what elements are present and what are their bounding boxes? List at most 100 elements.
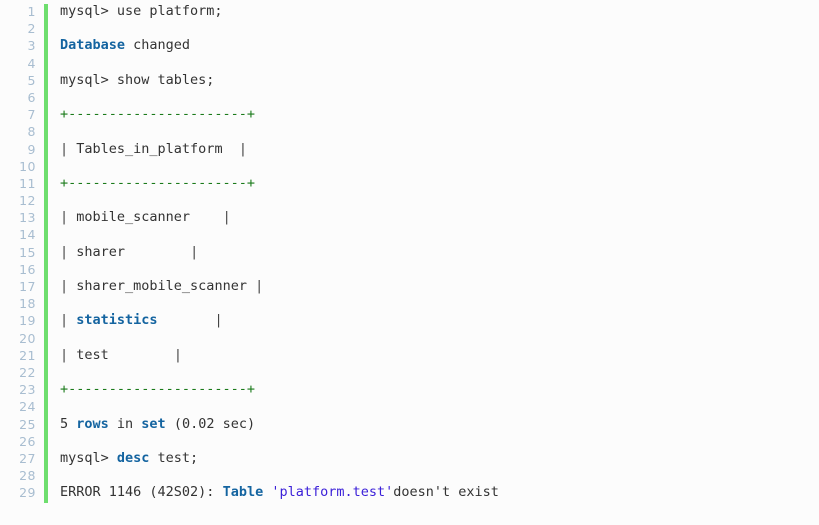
line-number: 11 xyxy=(19,175,36,191)
table-border-token: +----------------------+ xyxy=(60,381,256,398)
line-number: 7 xyxy=(27,107,36,123)
console-line: ERROR 1146 (42S02): Table 'platform.test… xyxy=(60,484,819,501)
line-number: 6 xyxy=(27,89,36,105)
line-number: 23 xyxy=(19,382,36,398)
sql-keyword-token: statistics xyxy=(76,312,158,329)
plain-text-token: mysql> xyxy=(60,449,117,466)
table-pipe-token: | xyxy=(60,140,69,157)
console-line: mysql> show tables; xyxy=(60,72,819,89)
plain-text-token: sharer_mobile_scanner xyxy=(68,278,256,294)
plain-text-token: ERROR 1146 (42S02): xyxy=(60,484,223,501)
console-line: +----------------------+ xyxy=(60,381,819,398)
table-border-token: +----------------------+ xyxy=(60,106,256,123)
line-number: 14 xyxy=(19,227,36,243)
line-number: 5 xyxy=(27,72,36,88)
table-pipe-token: | xyxy=(190,243,199,260)
plain-text-token: Tables_in_platform xyxy=(68,140,239,157)
plain-text-token: sharer xyxy=(68,243,191,260)
console-line: +----------------------+ xyxy=(60,175,819,192)
console-line: | statistics | xyxy=(60,312,819,329)
console-line: | test | xyxy=(60,347,819,364)
sql-keyword-token: set xyxy=(141,415,166,432)
plain-text-token: 5 xyxy=(60,415,77,432)
line-number: 26 xyxy=(19,433,36,449)
code-block: 1 2 3 4 5 6 7 8 9 10 11 12 13 14 15 16 17 18 19 20 21 22 23 24 2… xyxy=(0,0,819,525)
line-number-gutter: 1 2 3 4 5 6 7 8 9 10 11 12 13 14 15 16 17 18 19 20 21 22 23 24 2… xyxy=(0,3,44,501)
line-number: 21 xyxy=(19,347,36,363)
plain-text-token: doesn't exist xyxy=(393,484,499,501)
plain-text-token: test; xyxy=(149,449,199,466)
mysql-console-screenshot: 1 2 3 4 5 6 7 8 9 10 11 12 13 14 15 16 17 18 19 20 21 22 23 24 2… xyxy=(0,0,819,525)
plain-text-token: changed xyxy=(125,37,191,54)
line-number: 1 xyxy=(27,4,36,19)
table-pipe-token: | xyxy=(60,278,69,294)
line-number: 16 xyxy=(19,261,36,277)
line-number: 3 xyxy=(27,38,36,54)
line-number: 29 xyxy=(19,485,36,501)
console-line: +----------------------+ xyxy=(60,106,819,123)
table-border-token: +----------------------+ xyxy=(60,174,256,191)
sql-keyword-token: Table xyxy=(222,484,264,501)
table-pipe-token: | xyxy=(60,209,69,226)
line-number: 2 xyxy=(27,21,36,37)
console-line: 5 rows in set (0.02 sec) xyxy=(60,416,819,433)
console-line: | Tables_in_platform | xyxy=(60,141,819,158)
line-number: 15 xyxy=(19,244,36,260)
console-output-lines: mysql> use platform; Database changed my… xyxy=(48,3,819,501)
line-number: 8 xyxy=(27,124,36,140)
plain-text-token: test xyxy=(68,346,174,363)
table-pipe-token: | xyxy=(238,140,247,157)
line-number: 22 xyxy=(19,364,36,380)
plain-text-token xyxy=(158,312,215,328)
console-line: mysql> desc test; xyxy=(60,450,819,467)
sql-keyword-token: rows xyxy=(76,415,109,432)
line-number: 9 xyxy=(27,141,36,157)
string-literal-token: 'platform.test' xyxy=(271,484,394,501)
table-pipe-token: | xyxy=(214,312,223,329)
table-pipe-token: | xyxy=(60,243,69,260)
table-pipe-token: | xyxy=(222,209,231,226)
plain-text-token: mobile_scanner xyxy=(68,209,223,226)
line-number: 4 xyxy=(27,55,36,71)
table-pipe-token: | xyxy=(255,278,264,294)
table-pipe-token: | xyxy=(60,346,69,363)
line-number: 19 xyxy=(19,313,36,329)
line-number: 28 xyxy=(19,468,36,484)
console-line: | mobile_scanner | xyxy=(60,209,819,226)
plain-text-token: mysql> show tables; xyxy=(60,71,215,88)
line-number: 12 xyxy=(19,193,36,209)
line-number: 27 xyxy=(19,450,36,466)
line-number: 25 xyxy=(19,416,36,432)
line-number: 18 xyxy=(19,296,36,312)
console-line: Database changed xyxy=(60,37,819,54)
plain-text-token: in xyxy=(108,415,142,432)
line-number: 17 xyxy=(19,279,36,294)
table-pipe-token: | xyxy=(60,312,69,329)
line-number: 10 xyxy=(19,158,36,174)
sql-keyword-token: desc xyxy=(116,449,150,466)
line-number: 13 xyxy=(19,210,36,226)
sql-keyword-token: Database xyxy=(60,37,126,54)
console-line: | sharer | xyxy=(60,244,819,261)
console-line: mysql> use platform; xyxy=(60,3,819,20)
console-line: | sharer_mobile_scanner | xyxy=(60,278,819,295)
table-pipe-token: | xyxy=(173,346,182,363)
plain-text-token: mysql> use platform; xyxy=(60,3,223,19)
line-number: 24 xyxy=(19,399,36,415)
plain-text-token: (0.02 sec) xyxy=(165,415,256,432)
line-number: 20 xyxy=(19,330,36,346)
